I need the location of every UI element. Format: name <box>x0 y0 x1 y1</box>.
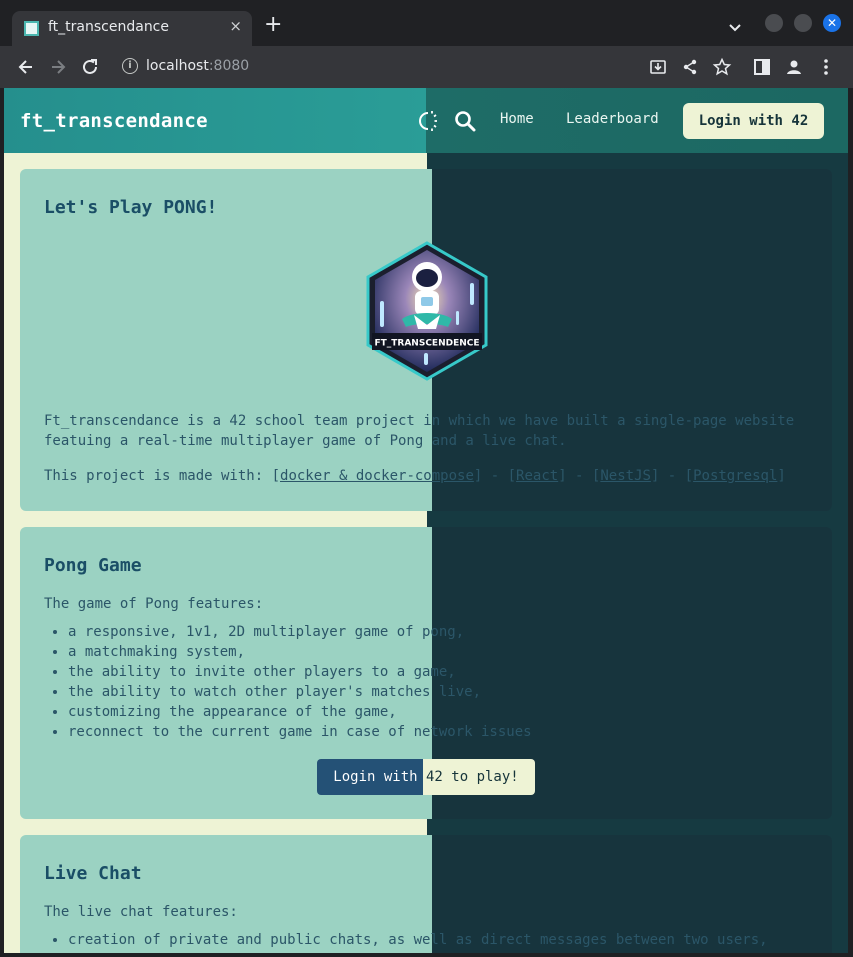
pong-title: Pong Game <box>44 555 142 576</box>
login-to-play-button[interactable]: Login with 42 to play! <box>317 759 535 795</box>
chat-title: Live Chat <box>44 863 142 884</box>
login-button[interactable]: Login with 42 <box>683 103 824 139</box>
app-header: ft_transcendance Home Leaderboard Login … <box>4 88 848 153</box>
browser-toolbar: i localhost:8080 <box>0 46 853 88</box>
list-item: the ability to invite other players to a… <box>68 662 532 682</box>
close-window-button[interactable]: ✕ <box>823 14 841 32</box>
maximize-window-button[interactable] <box>794 14 812 32</box>
tech-prefix: This project is made with: <box>44 468 272 484</box>
address-bar[interactable]: localhost:8080 <box>146 58 249 74</box>
back-arrow-icon[interactable] <box>16 57 36 77</box>
logo-text: FT_TRANSCENDENCE <box>374 339 479 349</box>
play-button-label: Login with 42 to play! <box>317 759 535 795</box>
site-info-icon[interactable]: i <box>122 58 138 74</box>
tab-search-chevron-icon[interactable] <box>726 18 744 36</box>
list-item: a matchmaking system, <box>68 642 532 662</box>
menu-kebab-icon[interactable] <box>816 57 836 77</box>
list-item: the ability to watch other player's matc… <box>68 682 532 702</box>
pong-card: Pong Game The game of Pong features: a r… <box>20 527 832 819</box>
tech-link-nestjs[interactable]: NestJS <box>600 468 651 484</box>
tech-link-postgresql[interactable]: Postgresql <box>693 468 777 484</box>
intro-description: Ft_transcendance is a 42 school team pro… <box>44 413 795 449</box>
new-tab-icon[interactable]: + <box>264 14 282 36</box>
list-item: creation of private and public chats, as… <box>68 930 768 950</box>
tech-link-react[interactable]: React <box>516 468 558 484</box>
chat-intro: The live chat features: <box>44 904 238 920</box>
tab-close-icon[interactable]: × <box>229 17 242 35</box>
tech-link-docker[interactable]: docker & docker-compose <box>280 468 474 484</box>
browser-tab[interactable]: ft_transcendance × <box>12 11 252 46</box>
chat-card: Live Chat The live chat features: creati… <box>20 835 832 953</box>
share-icon[interactable] <box>680 57 700 77</box>
intro-title: Let's Play PONG! <box>44 197 218 218</box>
tab-title: ft_transcendance <box>48 19 169 35</box>
nav-home-link[interactable]: Home <box>500 111 534 127</box>
address-port: :8080 <box>208 58 250 74</box>
favicon-icon <box>24 21 39 36</box>
page-viewport: ft_transcendance Home Leaderboard Login … <box>4 88 848 953</box>
address-host: localhost <box>146 58 209 74</box>
bookmark-star-icon[interactable] <box>712 57 732 77</box>
nav-leaderboard-link[interactable]: Leaderboard <box>566 111 659 127</box>
list-item: customizing the appearance of the game, <box>68 702 532 722</box>
pong-intro: The game of Pong features: <box>44 596 264 612</box>
forward-arrow-icon[interactable] <box>48 57 68 77</box>
tech-stack-line: This project is made with: [docker & doc… <box>44 468 786 484</box>
ft-transcendence-logo: FT_TRANSCENDENCE <box>366 241 488 381</box>
profile-icon[interactable] <box>784 57 804 77</box>
theme-toggle-icon[interactable] <box>414 109 438 133</box>
search-icon[interactable] <box>453 109 477 133</box>
minimize-window-button[interactable] <box>765 14 783 32</box>
browser-tab-bar: ft_transcendance × + ✕ <box>0 0 853 46</box>
chat-feature-list: creation of private and public chats, as… <box>68 930 768 950</box>
list-item: reconnect to the current game in case of… <box>68 722 532 742</box>
intro-card: Let's Play PONG! FT_TRANSCENDENCE Ft_tra… <box>20 169 832 511</box>
install-app-icon[interactable] <box>648 57 668 77</box>
side-panel-icon[interactable] <box>752 57 772 77</box>
list-item: a responsive, 1v1, 2D multiplayer game o… <box>68 622 532 642</box>
pong-feature-list: a responsive, 1v1, 2D multiplayer game o… <box>68 622 532 742</box>
reload-icon[interactable] <box>80 57 100 77</box>
brand-logo-text[interactable]: ft_transcendance <box>20 110 208 132</box>
